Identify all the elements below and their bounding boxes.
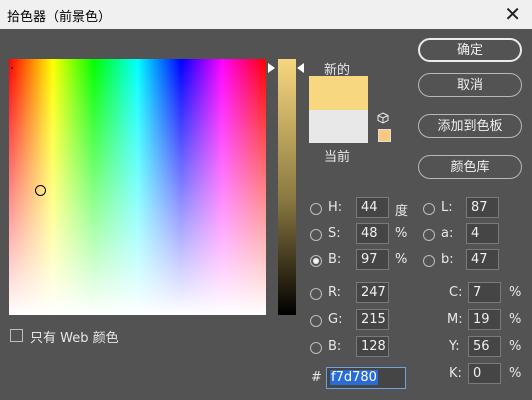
hex-value: f7d780 <box>330 370 378 385</box>
lab-b-label: b: <box>441 252 454 267</box>
radio-s[interactable] <box>310 229 322 241</box>
hex-label: # <box>311 370 322 385</box>
m-label: M: <box>447 312 463 327</box>
radio-lab-b[interactable] <box>423 255 435 267</box>
close-icon[interactable]: ✕ <box>504 2 521 26</box>
color-picker-cursor[interactable] <box>35 185 46 196</box>
current-color-swatch[interactable] <box>309 110 368 143</box>
rgb-b-label: B: <box>328 339 342 354</box>
slider-left-arrow-icon[interactable] <box>268 63 275 73</box>
s-label: S: <box>328 226 341 241</box>
m-input[interactable]: 19 <box>468 309 501 330</box>
h-input[interactable]: 44 <box>356 197 389 218</box>
cancel-button[interactable]: 取消 <box>418 73 522 97</box>
b-input[interactable]: 97 <box>356 249 389 270</box>
h-label: H: <box>328 200 343 215</box>
add-to-swatches-button[interactable]: 添加到色板 <box>418 114 522 138</box>
radio-b[interactable] <box>310 255 322 267</box>
g-label: G: <box>328 312 343 327</box>
k-label: K: <box>449 366 462 381</box>
radio-g[interactable] <box>310 315 322 327</box>
radio-a[interactable] <box>423 229 435 241</box>
web-colors-only-label: 只有 Web 颜色 <box>30 331 119 346</box>
radio-l[interactable] <box>423 203 435 215</box>
g-input[interactable]: 215 <box>356 309 389 330</box>
field-marker-dot <box>11 67 13 69</box>
a-label: a: <box>441 226 454 241</box>
radio-r[interactable] <box>310 288 322 300</box>
k-input[interactable]: 0 <box>468 363 501 384</box>
y-unit: % <box>509 339 522 354</box>
b-unit: % <box>395 252 408 267</box>
y-input[interactable]: 56 <box>468 336 501 357</box>
s-unit: % <box>395 226 408 241</box>
s-input[interactable]: 48 <box>356 223 389 244</box>
web-colors-only-checkbox[interactable] <box>10 329 23 342</box>
radio-rgb-b[interactable] <box>310 342 322 354</box>
b-label: B: <box>328 252 342 267</box>
title-bar: 拾色器（前景色） ✕ <box>0 0 532 29</box>
c-unit: % <box>509 285 522 300</box>
r-input[interactable]: 247 <box>356 282 389 303</box>
color-field[interactable] <box>9 59 266 315</box>
c-input[interactable]: 7 <box>468 282 501 303</box>
m-unit: % <box>509 312 522 327</box>
lab-b-input[interactable]: 47 <box>466 249 499 270</box>
window-title: 拾色器（前景色） <box>7 10 112 25</box>
k-unit: % <box>509 366 522 381</box>
color-libraries-button[interactable]: 颜色库 <box>418 155 522 179</box>
radio-h[interactable] <box>310 203 322 215</box>
h-unit: 度 <box>395 204 409 219</box>
websafe-color-swatch[interactable] <box>378 129 391 142</box>
r-label: R: <box>328 285 342 300</box>
l-input[interactable]: 87 <box>466 197 499 218</box>
current-color-label: 当前 <box>324 150 351 165</box>
rgb-b-input[interactable]: 128 <box>356 336 389 357</box>
y-label: Y: <box>449 339 460 354</box>
color-slider[interactable] <box>278 59 296 315</box>
hex-input[interactable]: f7d780 <box>326 367 406 389</box>
slider-right-arrow-icon[interactable] <box>297 63 304 73</box>
l-label: L: <box>441 200 453 215</box>
a-input[interactable]: 4 <box>466 223 499 244</box>
c-label: C: <box>449 285 463 300</box>
cube-icon[interactable] <box>377 112 389 124</box>
ok-button[interactable]: 确定 <box>418 38 522 62</box>
new-color-swatch <box>309 76 368 110</box>
